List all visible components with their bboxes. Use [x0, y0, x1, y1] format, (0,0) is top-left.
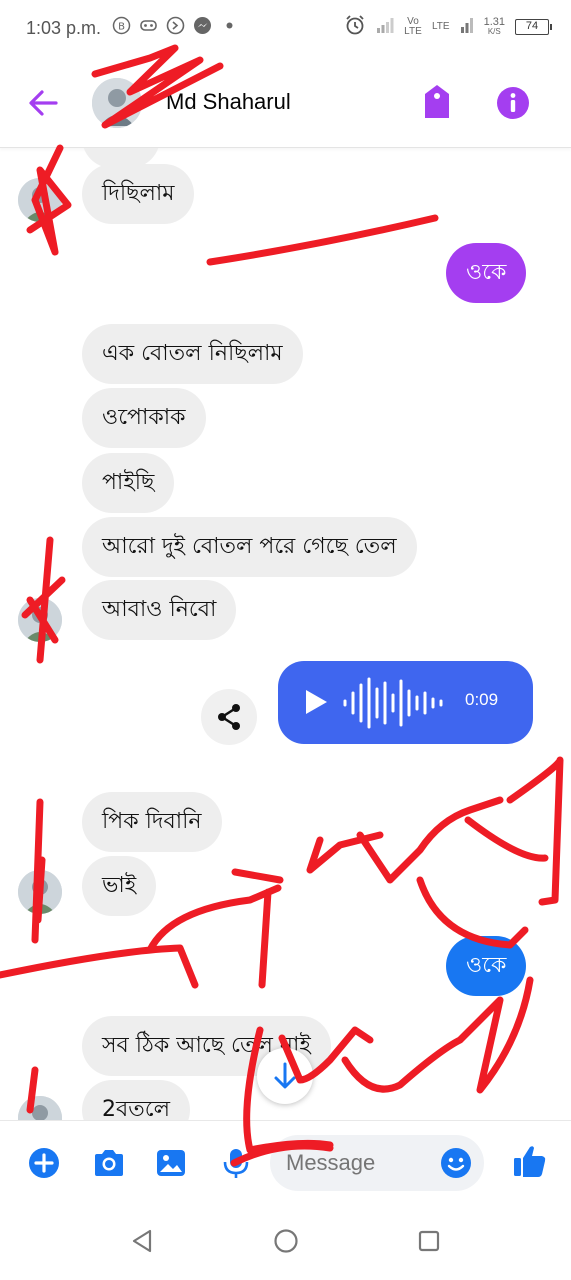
- message-bubble[interactable]: দিছিলাম: [82, 164, 195, 224]
- message-text: ভাই: [102, 873, 137, 898]
- emoji-icon[interactable]: [440, 1147, 472, 1179]
- dot-icon: [220, 16, 239, 35]
- message-bubble[interactable]: 2বতলে: [82, 1080, 190, 1120]
- message-text: দিছিলাম: [102, 181, 175, 206]
- b-notification-icon: B: [112, 16, 131, 35]
- status-time: 1:03 p.m.: [26, 18, 102, 38]
- signal-icon-2: [460, 16, 474, 38]
- message-text: পাইছি: [102, 470, 155, 495]
- composer-bar: [0, 1120, 571, 1204]
- info-icon[interactable]: [496, 86, 530, 120]
- voice-message[interactable]: 0:09: [278, 661, 533, 744]
- speed-value: 1.31: [483, 16, 505, 28]
- chat-header: Md Shaharul: [0, 58, 571, 148]
- contact-name[interactable]: Md Shaharul: [166, 89, 291, 115]
- waveform-icon: [342, 675, 452, 731]
- message-bubble[interactable]: পাইছি: [82, 453, 175, 513]
- lte-label: LTE: [431, 21, 450, 32]
- message-text: আবাও নিবো: [102, 597, 217, 622]
- scroll-to-bottom-button[interactable]: [257, 1048, 313, 1104]
- status-bar: 1:03 p.m. B Vo LTE LTE 1.31 K/S 74: [0, 0, 571, 58]
- messenger-icon: [193, 16, 212, 35]
- sender-avatar: [18, 178, 62, 222]
- message-text: আরো দুই বোতল পরে গেছে তেল: [102, 534, 397, 559]
- volte-label: Vo LTE: [404, 16, 422, 37]
- message-input[interactable]: [286, 1135, 436, 1191]
- battery-icon: 74: [515, 19, 552, 35]
- notification-icons: B: [112, 16, 239, 35]
- battery-level: 74: [525, 20, 539, 32]
- system-indicators: Vo LTE LTE 1.31 K/S 74: [344, 14, 552, 40]
- sender-avatar: [18, 1096, 62, 1120]
- tag-icon[interactable]: [420, 82, 454, 122]
- thumbs-up-icon[interactable]: [512, 1143, 548, 1179]
- sender-avatar: [18, 598, 62, 642]
- message-bubble[interactable]: ওপোকাক: [82, 388, 206, 448]
- svg-text:B: B: [118, 22, 125, 33]
- share-button[interactable]: [201, 689, 257, 745]
- speed-unit: K/S: [487, 27, 501, 36]
- message-bubble[interactable]: আরো দুই বোতল পরে গেছে তেল: [82, 517, 417, 577]
- message-text: ওপোকাক: [102, 405, 186, 430]
- home-nav-icon[interactable]: [271, 1226, 301, 1256]
- speed-indicator: 1.31 K/S: [484, 17, 505, 37]
- back-nav-icon[interactable]: [128, 1226, 158, 1256]
- message-list[interactable]: দিছিলাম ওকে এক বোতল নিছিলাম ওপোকাক পাইছি…: [0, 148, 571, 1120]
- message-bubble[interactable]: এক বোতল নিছিলাম: [82, 324, 303, 384]
- plus-icon[interactable]: [28, 1147, 60, 1179]
- play-icon[interactable]: [304, 689, 328, 715]
- system-navigation-bar: [0, 1204, 571, 1280]
- message-input-container[interactable]: [270, 1135, 484, 1191]
- message-text: ওকে: [466, 260, 507, 285]
- message-bubble-sent[interactable]: ওকে: [446, 936, 527, 996]
- message-bubble[interactable]: পিক দিবানি: [82, 792, 222, 852]
- message-bubble[interactable]: ভাই: [82, 856, 157, 916]
- message-text: এক বোতল নিছিলাম: [102, 341, 283, 366]
- sender-avatar: [18, 870, 62, 914]
- contact-avatar[interactable]: [92, 78, 142, 128]
- back-arrow-icon[interactable]: [26, 86, 62, 120]
- microphone-icon[interactable]: [220, 1147, 252, 1179]
- message-text: 2বতলে: [102, 1097, 170, 1120]
- message-text: ওকে: [466, 953, 507, 978]
- alarm-icon: [344, 14, 366, 40]
- gamepad-icon: [139, 16, 158, 35]
- message-text: পিক দিবানি: [102, 809, 202, 834]
- message-bubble[interactable]: আবাও নিবো: [82, 580, 237, 640]
- signal-icon: [376, 16, 394, 38]
- data-saver-icon: [166, 16, 185, 35]
- camera-icon[interactable]: [92, 1147, 124, 1179]
- voice-duration: 0:09: [465, 690, 499, 709]
- message-bubble-sent[interactable]: ওকে: [446, 243, 527, 303]
- recents-nav-icon[interactable]: [414, 1226, 444, 1256]
- gallery-icon[interactable]: [155, 1147, 187, 1179]
